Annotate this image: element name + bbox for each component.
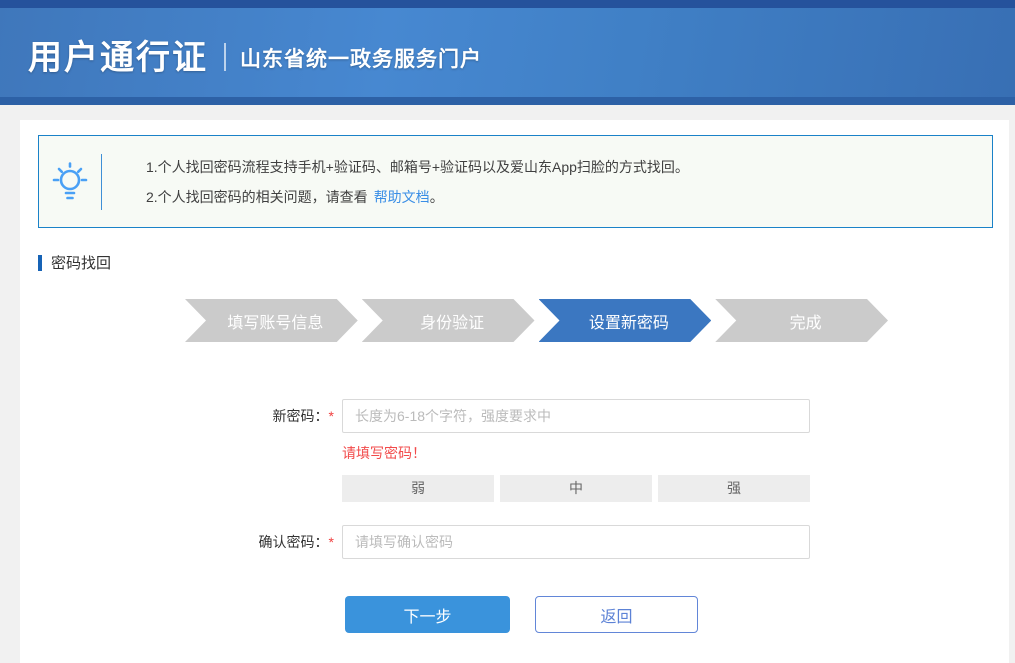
help-doc-link[interactable]: 帮助文档: [374, 189, 430, 205]
notice-line-2: 2.个人找回密码的相关问题，请查看帮助文档。: [146, 182, 689, 212]
new-password-label: 新密码：*: [20, 406, 334, 426]
section-title-text: 密码找回: [51, 252, 111, 273]
wizard-step-label: 身份验证: [420, 309, 484, 333]
section-title: 密码找回: [38, 252, 1009, 273]
confirm-password-label-text: 确认密码：: [259, 534, 329, 550]
back-button[interactable]: 返回: [535, 596, 698, 633]
new-password-input[interactable]: [342, 399, 810, 433]
next-step-button[interactable]: 下一步: [345, 596, 510, 633]
confirm-password-label: 确认密码：*: [20, 532, 334, 552]
wizard-step-set-new-password: 设置新密码: [539, 299, 712, 342]
notice-line-1: 1.个人找回密码流程支持手机+验证码、邮箱号+验证码以及爱山东App扫脸的方式找…: [146, 152, 689, 182]
password-error-message: 请填写密码！: [342, 443, 1009, 461]
wizard-step-done: 完成: [715, 299, 888, 342]
section-title-bar: [38, 255, 42, 271]
confirm-password-row: 确认密码：*: [20, 525, 1009, 559]
wizard-step-label: 设置新密码: [589, 309, 669, 333]
site-title: 用户通行证: [28, 30, 208, 79]
new-password-row: 新密码：*: [20, 399, 1009, 433]
content-panel: 1.个人找回密码流程支持手机+验证码、邮箱号+验证码以及爱山东App扫脸的方式找…: [20, 120, 1009, 663]
password-strength-meter: 弱 中 强: [342, 475, 1009, 502]
step-wizard: 填写账号信息 身份验证 设置新密码 完成: [185, 299, 888, 342]
strength-strong: 强: [658, 475, 810, 502]
title-divider: [224, 43, 226, 71]
wizard-step-identity-verify: 身份验证: [362, 299, 535, 342]
required-asterisk: *: [329, 408, 334, 424]
site-subtitle: 山东省统一政务服务门户: [240, 43, 482, 73]
confirm-password-input[interactable]: [342, 525, 810, 559]
strength-weak: 弱: [342, 475, 494, 502]
strength-medium: 中: [500, 475, 652, 502]
new-password-label-text: 新密码：: [273, 408, 329, 424]
notice-line-2-suffix: 。: [430, 189, 444, 205]
notice-box: 1.个人找回密码流程支持手机+验证码、邮箱号+验证码以及爱山东App扫脸的方式找…: [38, 135, 993, 228]
wizard-step-account-info: 填写账号信息: [185, 299, 358, 342]
action-buttons: 下一步 返回: [345, 596, 1009, 633]
lightbulb-icon: [39, 161, 101, 203]
wizard-step-label: 完成: [790, 309, 822, 333]
required-asterisk: *: [329, 534, 334, 550]
page-header: 用户通行证 山东省统一政务服务门户: [0, 0, 1015, 105]
notice-line-2-text: 2.个人找回密码的相关问题，请查看: [146, 189, 368, 205]
wizard-step-label: 填写账号信息: [227, 309, 323, 333]
